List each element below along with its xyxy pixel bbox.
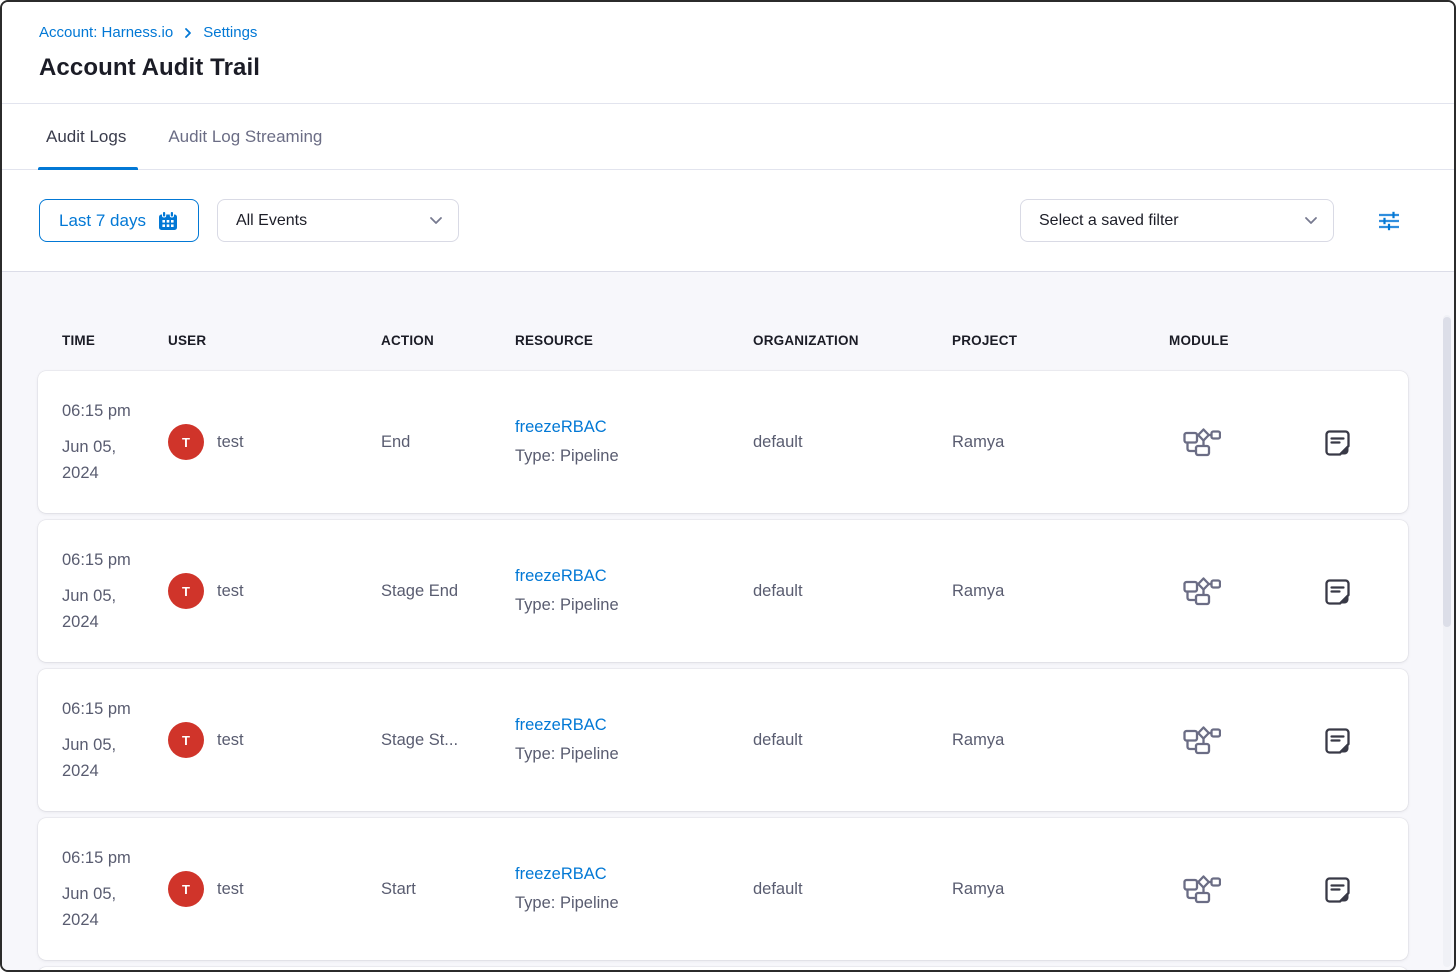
- table-row: 06:15 pm Jun 05, 2024 T test Stage St...…: [38, 669, 1408, 811]
- date-range-label: Last 7 days: [59, 211, 146, 231]
- row-action: Stage St...: [381, 731, 515, 750]
- calendar-icon: [157, 210, 179, 232]
- resource-type: Type: Pipeline: [515, 745, 619, 763]
- date-range-button[interactable]: Last 7 days: [39, 199, 199, 242]
- avatar: T: [168, 871, 204, 907]
- user-name: test: [217, 582, 244, 601]
- breadcrumb-settings-link[interactable]: Settings: [203, 24, 257, 42]
- row-resource: freezeRBAC Type: Pipeline: [515, 567, 753, 615]
- user-name: test: [217, 433, 244, 452]
- saved-filter-value: Select a saved filter: [1039, 212, 1179, 230]
- column-header-resource: RESOURCE: [515, 333, 753, 348]
- row-time: 06:15 pm Jun 05, 2024: [62, 696, 168, 784]
- audit-rows: 06:15 pm Jun 05, 2024 T test End freezeR…: [38, 371, 1408, 960]
- resource-link[interactable]: freezeRBAC: [515, 865, 753, 884]
- row-action: Stage End: [381, 582, 515, 601]
- row-organization: default: [753, 433, 952, 452]
- tab-bar: Audit Logs Audit Log Streaming: [2, 104, 1454, 170]
- resource-link[interactable]: freezeRBAC: [515, 716, 753, 735]
- row-time: 06:15 pm Jun 05, 2024: [62, 845, 168, 933]
- row-project: Ramya: [952, 433, 1169, 452]
- row-organization: default: [753, 582, 952, 601]
- sliders-icon: [1376, 208, 1402, 234]
- events-filter-select[interactable]: All Events: [217, 199, 459, 242]
- table-row: 06:15 pm Jun 05, 2024 T test End freezeR…: [38, 371, 1408, 513]
- user-name: test: [217, 880, 244, 899]
- resource-link[interactable]: freezeRBAC: [515, 418, 753, 437]
- pipeline-icon: [1169, 426, 1221, 458]
- pipeline-icon: [1169, 575, 1221, 607]
- event-summary-button[interactable]: [1322, 576, 1353, 607]
- events-filter-value: All Events: [236, 212, 307, 230]
- resource-type: Type: Pipeline: [515, 447, 619, 465]
- table-header-row: TIME USER ACTION RESOURCE ORGANIZATION P…: [38, 333, 1408, 348]
- row-module: [1169, 873, 1322, 905]
- filter-settings-button[interactable]: [1372, 204, 1406, 238]
- breadcrumb: Account: Harness.io Settings: [39, 24, 1454, 42]
- row-user: T test: [168, 424, 381, 460]
- row-resource: freezeRBAC Type: Pipeline: [515, 418, 753, 466]
- table-row: 06:15 pm Jun 05, 2024 T test Stage End f…: [38, 520, 1408, 662]
- audit-trail-page: Account: Harness.io Settings Account Aud…: [0, 0, 1456, 972]
- chevron-down-icon: [429, 216, 443, 225]
- resource-type: Type: Pipeline: [515, 596, 619, 614]
- scrollbar-thumb[interactable]: [1443, 317, 1451, 627]
- pipeline-icon: [1169, 873, 1221, 905]
- notes-icon: [1322, 725, 1353, 756]
- user-name: test: [217, 731, 244, 750]
- column-header-time: TIME: [62, 333, 168, 348]
- row-resource: freezeRBAC Type: Pipeline: [515, 716, 753, 764]
- event-summary-button[interactable]: [1322, 427, 1353, 458]
- vertical-scrollbar[interactable]: [1443, 315, 1451, 967]
- row-resource: freezeRBAC Type: Pipeline: [515, 865, 753, 913]
- column-header-module: MODULE: [1169, 333, 1322, 348]
- table-row: 06:15 pm Jun 05, 2024 T test Start freez…: [38, 818, 1408, 960]
- row-module: [1169, 575, 1322, 607]
- row-action: Start: [381, 880, 515, 899]
- row-user: T test: [168, 722, 381, 758]
- resource-type: Type: Pipeline: [515, 894, 619, 912]
- notes-icon: [1322, 427, 1353, 458]
- avatar: T: [168, 573, 204, 609]
- page-title: Account Audit Trail: [39, 54, 1454, 82]
- row-module: [1169, 426, 1322, 458]
- page-header: Account: Harness.io Settings Account Aud…: [2, 2, 1454, 104]
- tab-audit-logs[interactable]: Audit Logs: [42, 104, 130, 169]
- chevron-down-icon: [1304, 216, 1318, 225]
- row-project: Ramya: [952, 731, 1169, 750]
- row-organization: default: [753, 880, 952, 899]
- chevron-right-icon: [183, 27, 193, 39]
- row-action: End: [381, 433, 515, 452]
- audit-table: TIME USER ACTION RESOURCE ORGANIZATION P…: [2, 272, 1454, 970]
- row-user: T test: [168, 871, 381, 907]
- column-header-action: ACTION: [381, 333, 515, 348]
- column-header-project: PROJECT: [952, 333, 1169, 348]
- tab-audit-log-streaming[interactable]: Audit Log Streaming: [164, 104, 326, 169]
- row-module: [1169, 724, 1322, 756]
- row-organization: default: [753, 731, 952, 750]
- notes-icon: [1322, 874, 1353, 905]
- row-project: Ramya: [952, 582, 1169, 601]
- filter-bar: Last 7 days All Event: [2, 170, 1454, 272]
- row-user: T test: [168, 573, 381, 609]
- column-header-user: USER: [168, 333, 381, 348]
- filter-left-group: Last 7 days All Event: [39, 199, 459, 242]
- saved-filter-select[interactable]: Select a saved filter: [1020, 199, 1334, 242]
- event-summary-button[interactable]: [1322, 874, 1353, 905]
- pipeline-icon: [1169, 724, 1221, 756]
- event-summary-button[interactable]: [1322, 725, 1353, 756]
- row-time: 06:15 pm Jun 05, 2024: [62, 398, 168, 486]
- table-row-partial: [38, 967, 1408, 970]
- notes-icon: [1322, 576, 1353, 607]
- avatar: T: [168, 424, 204, 460]
- avatar: T: [168, 722, 204, 758]
- row-project: Ramya: [952, 880, 1169, 899]
- column-header-organization: ORGANIZATION: [753, 333, 952, 348]
- breadcrumb-account-link[interactable]: Account: Harness.io: [39, 24, 173, 42]
- resource-link[interactable]: freezeRBAC: [515, 567, 753, 586]
- filter-right-group: Select a saved filter: [1020, 199, 1406, 242]
- row-time: 06:15 pm Jun 05, 2024: [62, 547, 168, 635]
